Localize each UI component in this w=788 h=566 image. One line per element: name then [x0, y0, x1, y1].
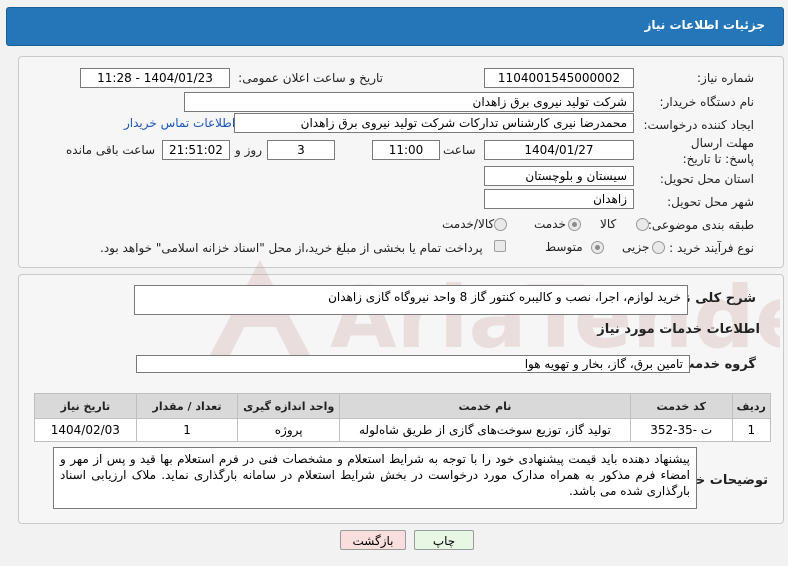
announce-date-label: تاریخ و ساعت اعلان عمومی:	[238, 71, 383, 85]
treasury-note: پرداخت تمام یا بخشی از مبلغ خرید،از محل …	[100, 241, 483, 255]
buyer-org-field: شرکت تولید نیروی برق زاهدان	[184, 92, 634, 112]
back-button[interactable]: بازگشت	[340, 530, 406, 550]
province-field: سیستان و بلوچستان	[484, 166, 634, 186]
service-group-field: تامین برق، گاز، بخار و تهویه هوا	[136, 355, 690, 373]
city-field: زاهدان	[484, 189, 634, 209]
page-header: جزئیات اطلاعات نیاز	[6, 7, 784, 46]
category-radio-service[interactable]	[568, 218, 581, 231]
city-label: شهر محل تحویل:	[667, 195, 754, 209]
services-section-title: اطلاعات خدمات مورد نیاز	[597, 322, 760, 337]
page-title: جزئیات اطلاعات نیاز	[644, 18, 765, 32]
deadline-time-label: ساعت	[443, 143, 476, 157]
category-label: طبقه بندی موضوعی:	[647, 218, 754, 232]
creator-label: ایجاد کننده درخواست:	[643, 118, 754, 132]
col-quantity: تعداد / مقدار	[135, 393, 239, 419]
buyer-org-label: نام دستگاه خریدار:	[659, 95, 755, 109]
col-need-date: تاریخ نیاز	[34, 393, 137, 419]
buyer-contact-link[interactable]: اطلاعات تماس خریدار	[124, 116, 235, 130]
deadline-time-field: 11:00	[372, 140, 440, 160]
need-number-field: 1104001545000002	[484, 68, 634, 88]
buyer-notes-field: پیشنهاد دهنده باید قیمت پیشنهادی خود را …	[53, 447, 697, 509]
cell-service-name: تولید گاز، توزیع سوخت‌های گازی از طریق ش…	[339, 418, 631, 442]
purchase-radio-minor[interactable]	[652, 241, 665, 254]
category-option-service: خدمت	[534, 217, 566, 231]
description-field: خرید لوازم، اجرا، نصب و کالیبره کنتور گا…	[134, 285, 688, 315]
category-radio-goods-service[interactable]	[494, 218, 507, 231]
remaining-time-field: 21:51:02	[162, 140, 230, 160]
category-radio-goods[interactable]	[636, 218, 649, 231]
table-row: 1 ت -35-352 تولید گاز، توزیع سوخت‌های گا…	[34, 418, 772, 442]
col-row-number: ردیف	[731, 393, 772, 419]
purchase-option-medium: متوسط	[545, 240, 583, 254]
col-unit: واحد اندازه گیری	[237, 393, 341, 419]
days-label: روز و	[235, 143, 262, 157]
purchase-option-minor: جزیی	[622, 240, 650, 254]
purchase-radio-medium[interactable]	[591, 241, 604, 254]
col-service-code: کد خدمت	[629, 393, 733, 419]
remaining-days-field: 3	[267, 140, 335, 160]
cell-unit: پروژه	[237, 418, 341, 442]
cell-need-date: 1404/02/03	[34, 418, 137, 442]
deadline-date-field: 1404/01/27	[484, 140, 634, 160]
need-number-label: شماره نیاز:	[697, 71, 754, 85]
announce-date-field: 1404/01/23 - 11:28	[80, 68, 230, 88]
col-service-name: نام خدمت	[339, 393, 631, 419]
cell-quantity: 1	[135, 418, 239, 442]
treasury-checkbox[interactable]	[494, 240, 506, 252]
cell-service-code: ت -35-352	[629, 418, 733, 442]
deadline-label: مهلت ارسال پاسخ: تا تاریخ:	[682, 136, 754, 166]
category-option-goods-service: کالا/خدمت	[442, 217, 495, 231]
purchase-type-label: نوع فرآیند خرید :	[669, 241, 754, 255]
cell-row-number: 1	[731, 418, 772, 442]
services-table-header: ردیف کد خدمت نام خدمت واحد اندازه گیری ت…	[34, 393, 772, 419]
services-table: ردیف کد خدمت نام خدمت واحد اندازه گیری ت…	[34, 393, 772, 442]
creator-field: محمدرضا نیری کارشناس تدارکات شرکت تولید …	[234, 113, 634, 133]
print-button[interactable]: چاپ	[414, 530, 474, 550]
remaining-time-label: ساعت باقی مانده	[66, 143, 156, 157]
province-label: استان محل تحویل:	[659, 172, 754, 186]
category-option-goods: کالا	[600, 217, 617, 231]
